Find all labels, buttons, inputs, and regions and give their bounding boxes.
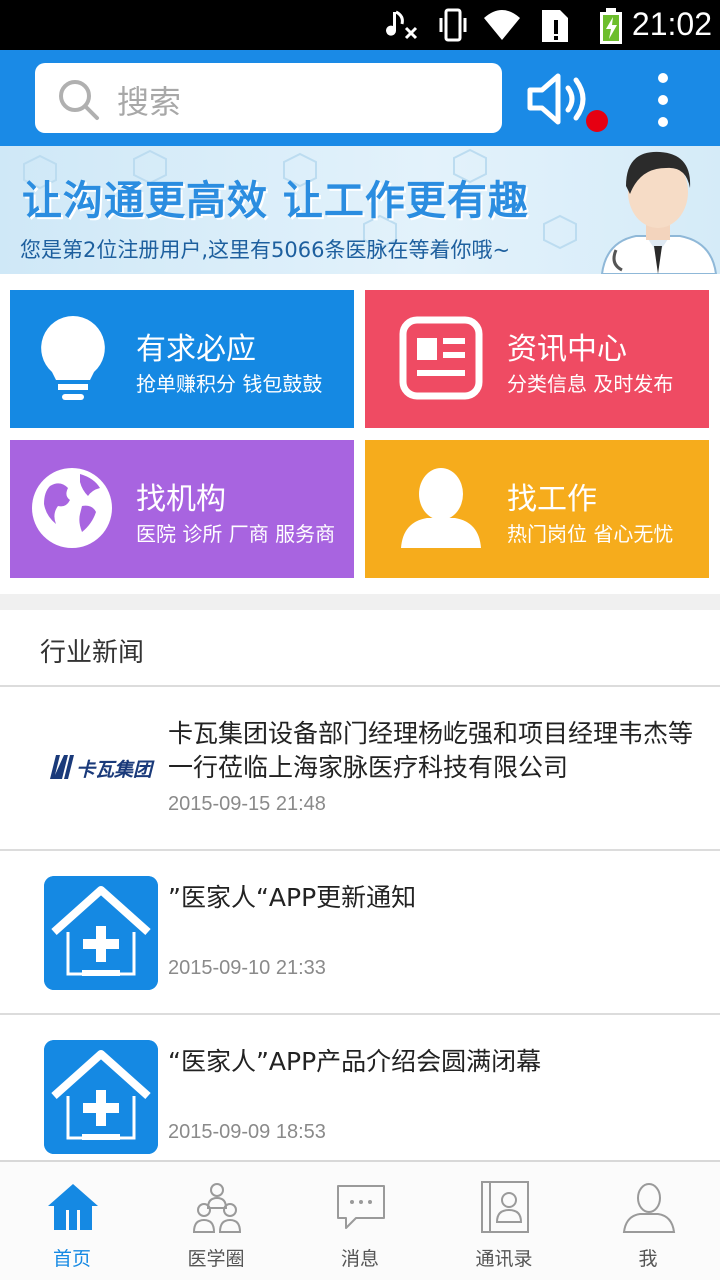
- tile-subtitle: 医院 诊所 厂商 服务商: [136, 522, 336, 546]
- tab-label: 我: [638, 1248, 658, 1270]
- bottom-tab-bar: 首页 医学圈 消息 通讯录 我: [0, 1160, 720, 1280]
- tab-label: 消息: [340, 1248, 379, 1270]
- tab-medical-circle[interactable]: 医学圈: [144, 1162, 288, 1280]
- banner-slogan: 让沟通更高效 让工作更有趣: [22, 178, 529, 224]
- group-icon: [192, 1183, 242, 1233]
- news-icon: [399, 316, 483, 400]
- search-placeholder: 搜索: [117, 83, 182, 121]
- speaker-icon[interactable]: [524, 68, 594, 130]
- tile-news-center[interactable]: 资讯中心 分类信息 及时发布: [365, 290, 709, 428]
- section-divider: [0, 594, 720, 610]
- news-date: 2015-09-15 21:48: [168, 793, 326, 815]
- tile-subtitle: 热门岗位 省心无忧: [507, 522, 674, 546]
- sim-alert-icon: [542, 10, 568, 42]
- profile-icon: [622, 1183, 676, 1233]
- search-icon: [59, 80, 99, 120]
- tab-home[interactable]: 首页: [0, 1162, 144, 1280]
- promo-banner[interactable]: 让沟通更高效 让工作更有趣 您是第2位注册用户,这里有5066条医脉在等着你哦~: [0, 146, 720, 274]
- tab-contacts[interactable]: 通讯录: [432, 1162, 576, 1280]
- kawa-logo: 卡瓦集团: [48, 749, 158, 785]
- header: 搜索: [0, 50, 720, 146]
- doctor-illustration: [600, 151, 718, 274]
- tab-label: 首页: [52, 1248, 91, 1270]
- home-icon: [48, 1184, 98, 1230]
- globe-icon: [32, 468, 112, 548]
- tab-label: 医学圈: [187, 1248, 245, 1270]
- more-icon[interactable]: [650, 72, 676, 128]
- news-title: ”医家人“APP更新通知: [168, 883, 417, 912]
- news-title: “医家人”APP产品介绍会圆满闭幕: [168, 1047, 542, 1076]
- contacts-icon: [481, 1181, 529, 1233]
- news-title: 卡瓦集团设备部门经理杨屹强和项目经理韦杰等一行莅临上海家脉医疗科技有限公司: [168, 719, 694, 782]
- chat-icon: [337, 1185, 385, 1229]
- wifi-icon: [484, 10, 520, 40]
- news-date: 2015-09-10 21:33: [168, 957, 326, 979]
- news-item[interactable]: “医家人”APP产品介绍会圆满闭幕 2015-09-09 18:53: [0, 1015, 720, 1179]
- kawa-logo-mark-icon: [50, 755, 74, 779]
- music-muted-icon: [386, 10, 418, 40]
- tile-subtitle: 分类信息 及时发布: [507, 372, 674, 396]
- tile-find-institution[interactable]: 找机构 医院 诊所 厂商 服务商: [10, 440, 354, 578]
- app-logo-icon: [44, 1040, 158, 1154]
- search-input[interactable]: 搜索: [35, 63, 502, 133]
- person-icon: [401, 468, 481, 548]
- clock-time: 21:02: [631, 6, 712, 42]
- tile-help[interactable]: 有求必应 抢单赚积分 钱包鼓鼓: [10, 290, 354, 428]
- tile-title: 找机构: [136, 482, 226, 517]
- notification-dot: [586, 110, 608, 132]
- banner-subtitle: 您是第2位注册用户,这里有5066条医脉在等着你哦~: [20, 238, 511, 262]
- news-date: 2015-09-09 18:53: [168, 1121, 326, 1143]
- lightbulb-icon: [41, 316, 105, 400]
- tab-me[interactable]: 我: [576, 1162, 720, 1280]
- kawa-logo-text: 卡瓦集团: [76, 759, 153, 781]
- news-item[interactable]: ”医家人“APP更新通知 2015-09-10 21:33: [0, 851, 720, 1015]
- tile-title: 资讯中心: [507, 332, 627, 367]
- tab-label: 通讯录: [475, 1248, 533, 1270]
- tile-title: 有求必应: [136, 332, 256, 367]
- battery-charging-icon: [600, 8, 622, 44]
- vibrate-icon: [439, 8, 467, 42]
- tab-messages[interactable]: 消息: [288, 1162, 432, 1280]
- news-item[interactable]: 卡瓦集团 卡瓦集团设备部门经理杨屹强和项目经理韦杰等一行莅临上海家脉医疗科技有限…: [0, 687, 720, 851]
- tile-find-job[interactable]: 找工作 热门岗位 省心无忧: [365, 440, 709, 578]
- tile-subtitle: 抢单赚积分 钱包鼓鼓: [136, 372, 323, 396]
- status-bar: 21:02: [0, 0, 720, 50]
- tile-title: 找工作: [507, 482, 597, 517]
- app-logo-icon: [44, 876, 158, 990]
- news-section-title: 行业新闻: [40, 638, 145, 668]
